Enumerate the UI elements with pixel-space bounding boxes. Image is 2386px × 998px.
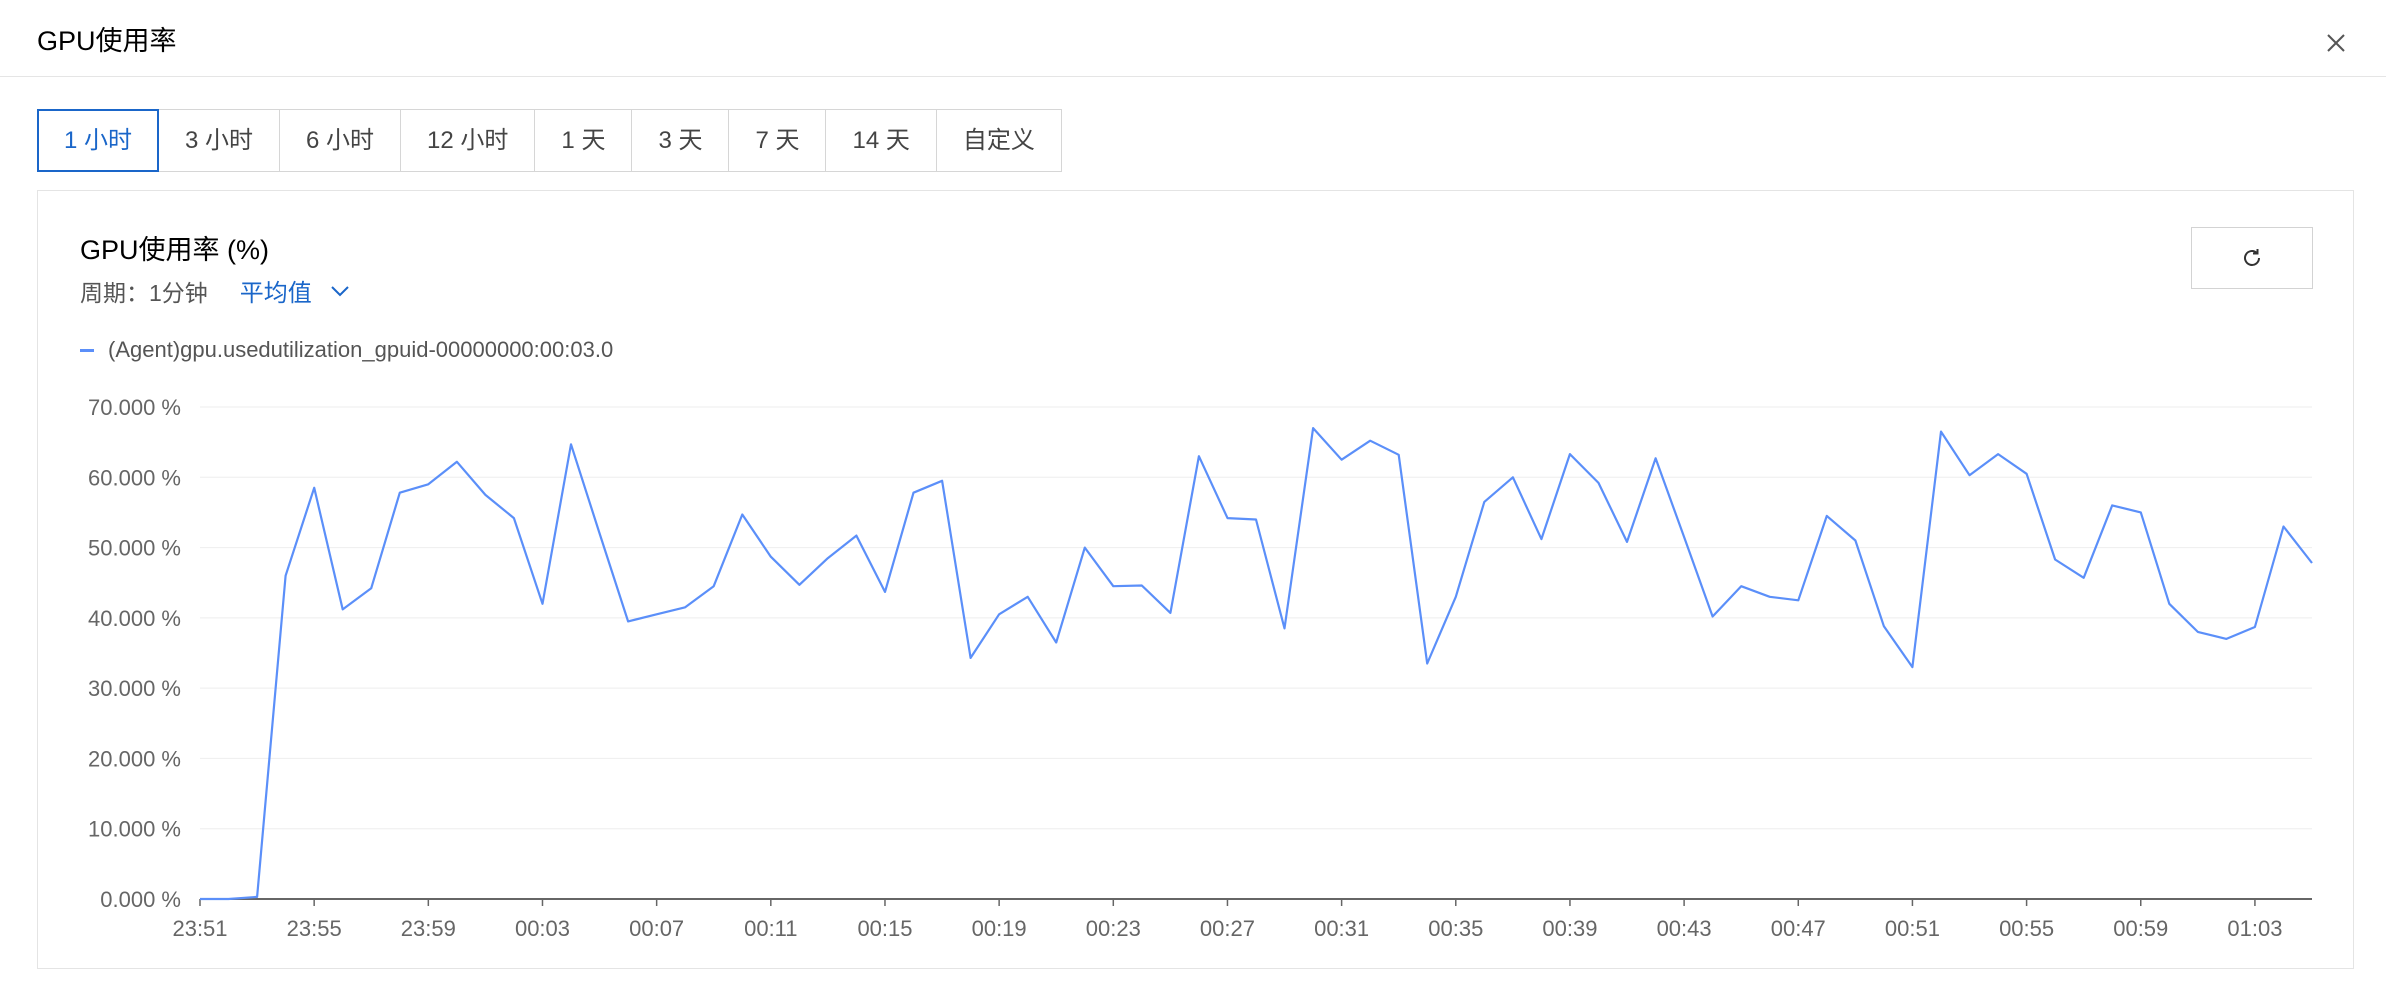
x-tick-label: 00:07 (629, 916, 684, 941)
y-tick-label: 0.000 % (100, 887, 181, 912)
x-tick-label: 00:31 (1314, 916, 1369, 941)
x-tick-label: 00:35 (1428, 916, 1483, 941)
x-tick-label: 00:59 (2113, 916, 2168, 941)
x-tick-label: 00:39 (1542, 916, 1597, 941)
y-tick-label: 40.000 % (88, 606, 181, 631)
x-tick-label: 23:51 (172, 916, 227, 941)
x-tick-label: 23:55 (287, 916, 342, 941)
x-tick-label: 00:11 (744, 916, 797, 941)
y-tick-label: 50.000 % (88, 536, 181, 561)
y-tick-label: 60.000 % (88, 465, 181, 490)
x-tick-label: 00:55 (1999, 916, 2054, 941)
x-tick-label: 00:19 (972, 916, 1027, 941)
x-tick-label: 00:15 (857, 916, 912, 941)
x-tick-label: 01:03 (2227, 916, 2282, 941)
y-tick-label: 20.000 % (88, 746, 181, 771)
y-tick-label: 30.000 % (88, 676, 181, 701)
x-tick-label: 23:59 (401, 916, 456, 941)
x-tick-label: 00:03 (515, 916, 570, 941)
x-tick-label: 00:51 (1885, 916, 1940, 941)
x-tick-label: 00:47 (1771, 916, 1826, 941)
x-tick-label: 00:23 (1086, 916, 1141, 941)
x-tick-label: 00:27 (1200, 916, 1255, 941)
line-chart: 0.000 % 10.000 % 20.000 % 30.000 % 40.000 % 5… (88, 395, 2313, 941)
y-tick-label: 70.000 % (88, 395, 181, 420)
x-tick-label: 00:43 (1657, 916, 1712, 941)
y-tick-label: 10.000 % (88, 817, 181, 842)
